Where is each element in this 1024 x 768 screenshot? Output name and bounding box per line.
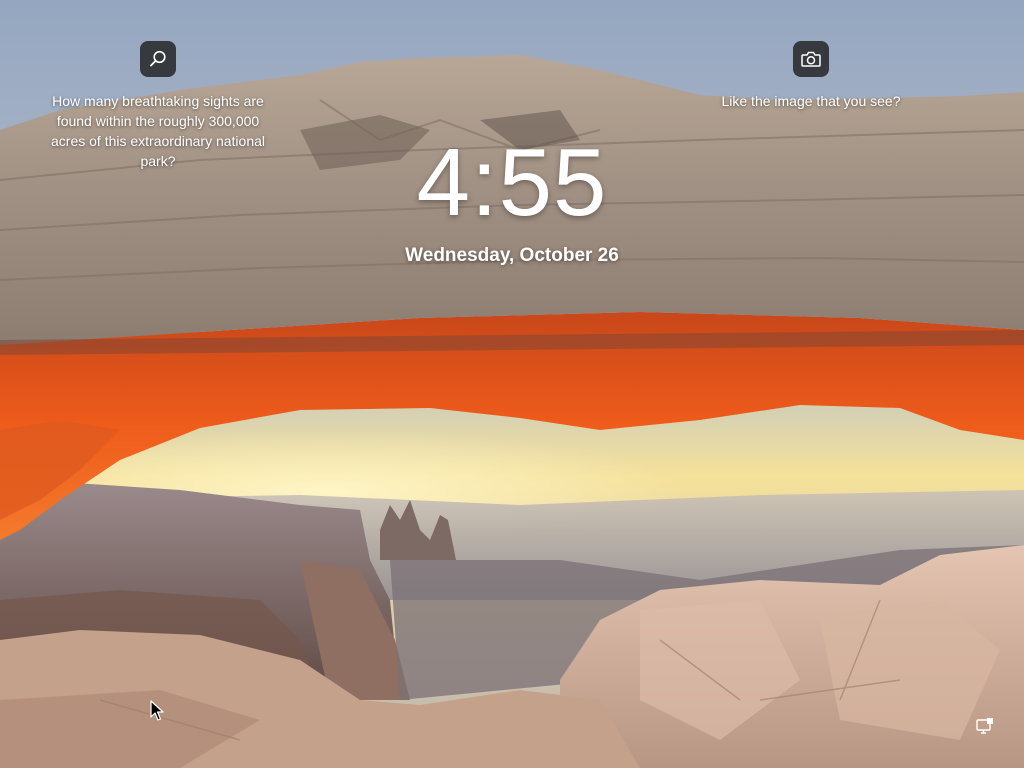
spotlight-like-image[interactable]: Like the image that you see? [716,41,906,111]
lockscreen-clock: 4:55 [416,129,608,236]
lockscreen-date: Wednesday, October 26 [405,245,619,266]
network-icon[interactable] [975,716,995,736]
camera-icon [801,51,821,67]
mouse-cursor-icon [150,700,164,721]
search-button[interactable] [140,41,176,77]
search-icon [150,50,166,67]
camera-button[interactable] [793,41,829,77]
spotlight-like-text[interactable]: Like the image that you see? [716,91,906,111]
